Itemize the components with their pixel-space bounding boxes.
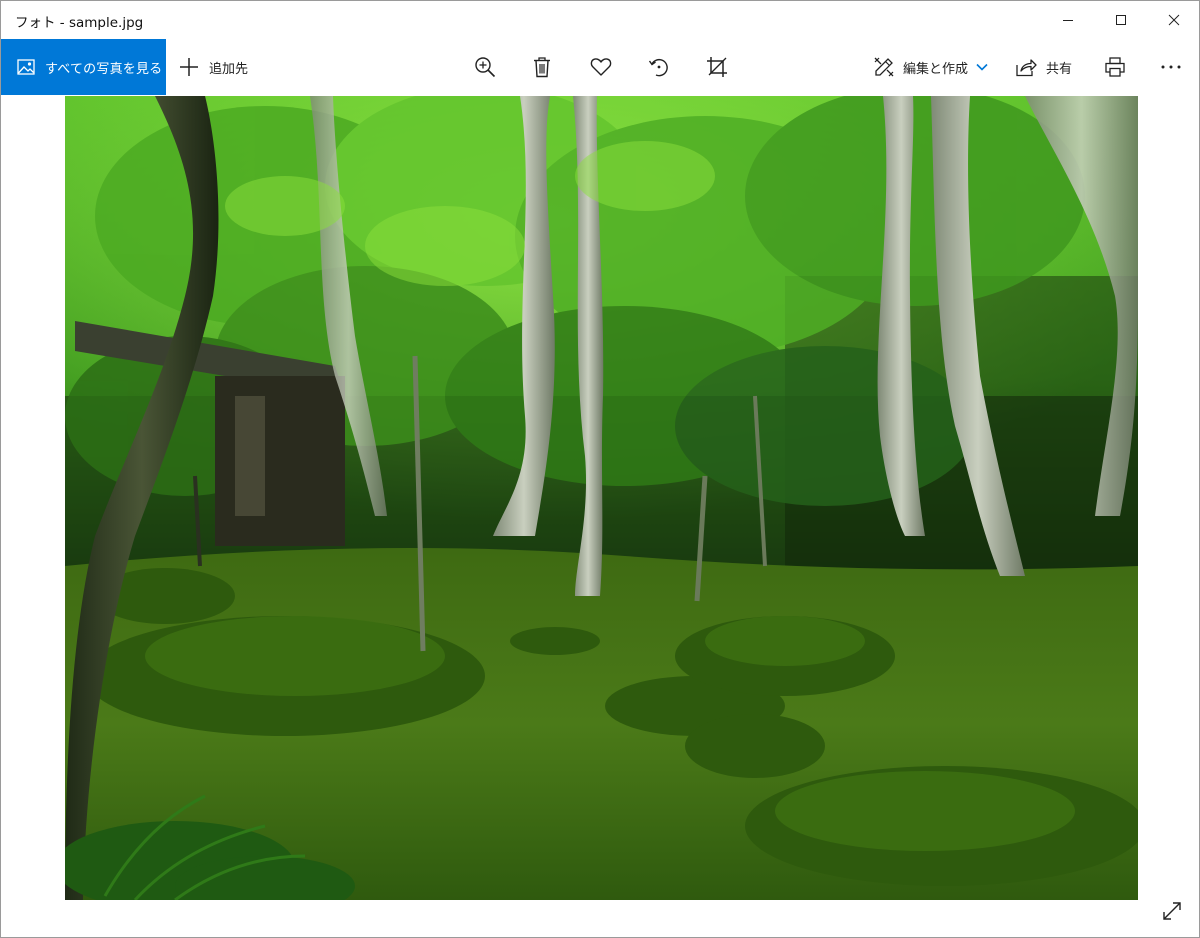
- zoom-button[interactable]: [465, 39, 505, 95]
- crop-button[interactable]: [697, 39, 737, 95]
- rotate-button[interactable]: [639, 39, 679, 95]
- expand-icon: [1163, 902, 1181, 920]
- edit-create-icon: [874, 57, 894, 77]
- chevron-down-icon: [976, 63, 988, 71]
- edit-create-label: 編集と作成: [903, 61, 969, 77]
- zoom-in-icon: [475, 57, 496, 78]
- rotate-icon: [648, 58, 668, 77]
- fullscreen-button[interactable]: [1157, 896, 1187, 926]
- minimize-button[interactable]: [1041, 1, 1094, 39]
- heart-icon: [590, 58, 612, 76]
- crop-icon: [707, 57, 727, 77]
- edit-create-button[interactable]: 編集と作成: [873, 39, 988, 95]
- share-label: 共有: [1046, 61, 1073, 77]
- maximize-icon: [1115, 15, 1126, 25]
- trash-icon: [534, 57, 550, 78]
- photos-app-window: フォト - sample.jpg すべての写真を見る 追加先 編集と作成 共有: [0, 0, 1200, 938]
- title-bar: フォト - sample.jpg: [1, 1, 1199, 39]
- add-to-button[interactable]: 追加先: [179, 39, 248, 95]
- all-photos-label: すべての写真を見る: [45, 61, 163, 77]
- maximize-button[interactable]: [1094, 1, 1147, 39]
- photo-view[interactable]: [65, 96, 1138, 900]
- add-to-label: 追加先: [209, 61, 249, 77]
- more-icon: [1161, 65, 1181, 69]
- delete-button[interactable]: [522, 39, 562, 95]
- command-bar: すべての写真を見る 追加先 編集と作成 共有: [1, 39, 1199, 95]
- print-icon: [1105, 57, 1125, 77]
- share-icon: [1016, 59, 1037, 77]
- forest-photo: [65, 96, 1138, 900]
- more-button[interactable]: [1151, 39, 1191, 95]
- all-photos-button[interactable]: すべての写真を見る: [1, 39, 166, 95]
- image-icon: [17, 59, 35, 75]
- close-icon: [1168, 14, 1179, 26]
- favorite-button[interactable]: [581, 39, 621, 95]
- close-button[interactable]: [1147, 1, 1200, 39]
- share-button[interactable]: 共有: [1015, 39, 1072, 95]
- minimize-icon: [1062, 20, 1073, 21]
- window-title: フォト - sample.jpg: [15, 15, 144, 31]
- print-button[interactable]: [1095, 39, 1135, 95]
- plus-icon: [180, 58, 198, 76]
